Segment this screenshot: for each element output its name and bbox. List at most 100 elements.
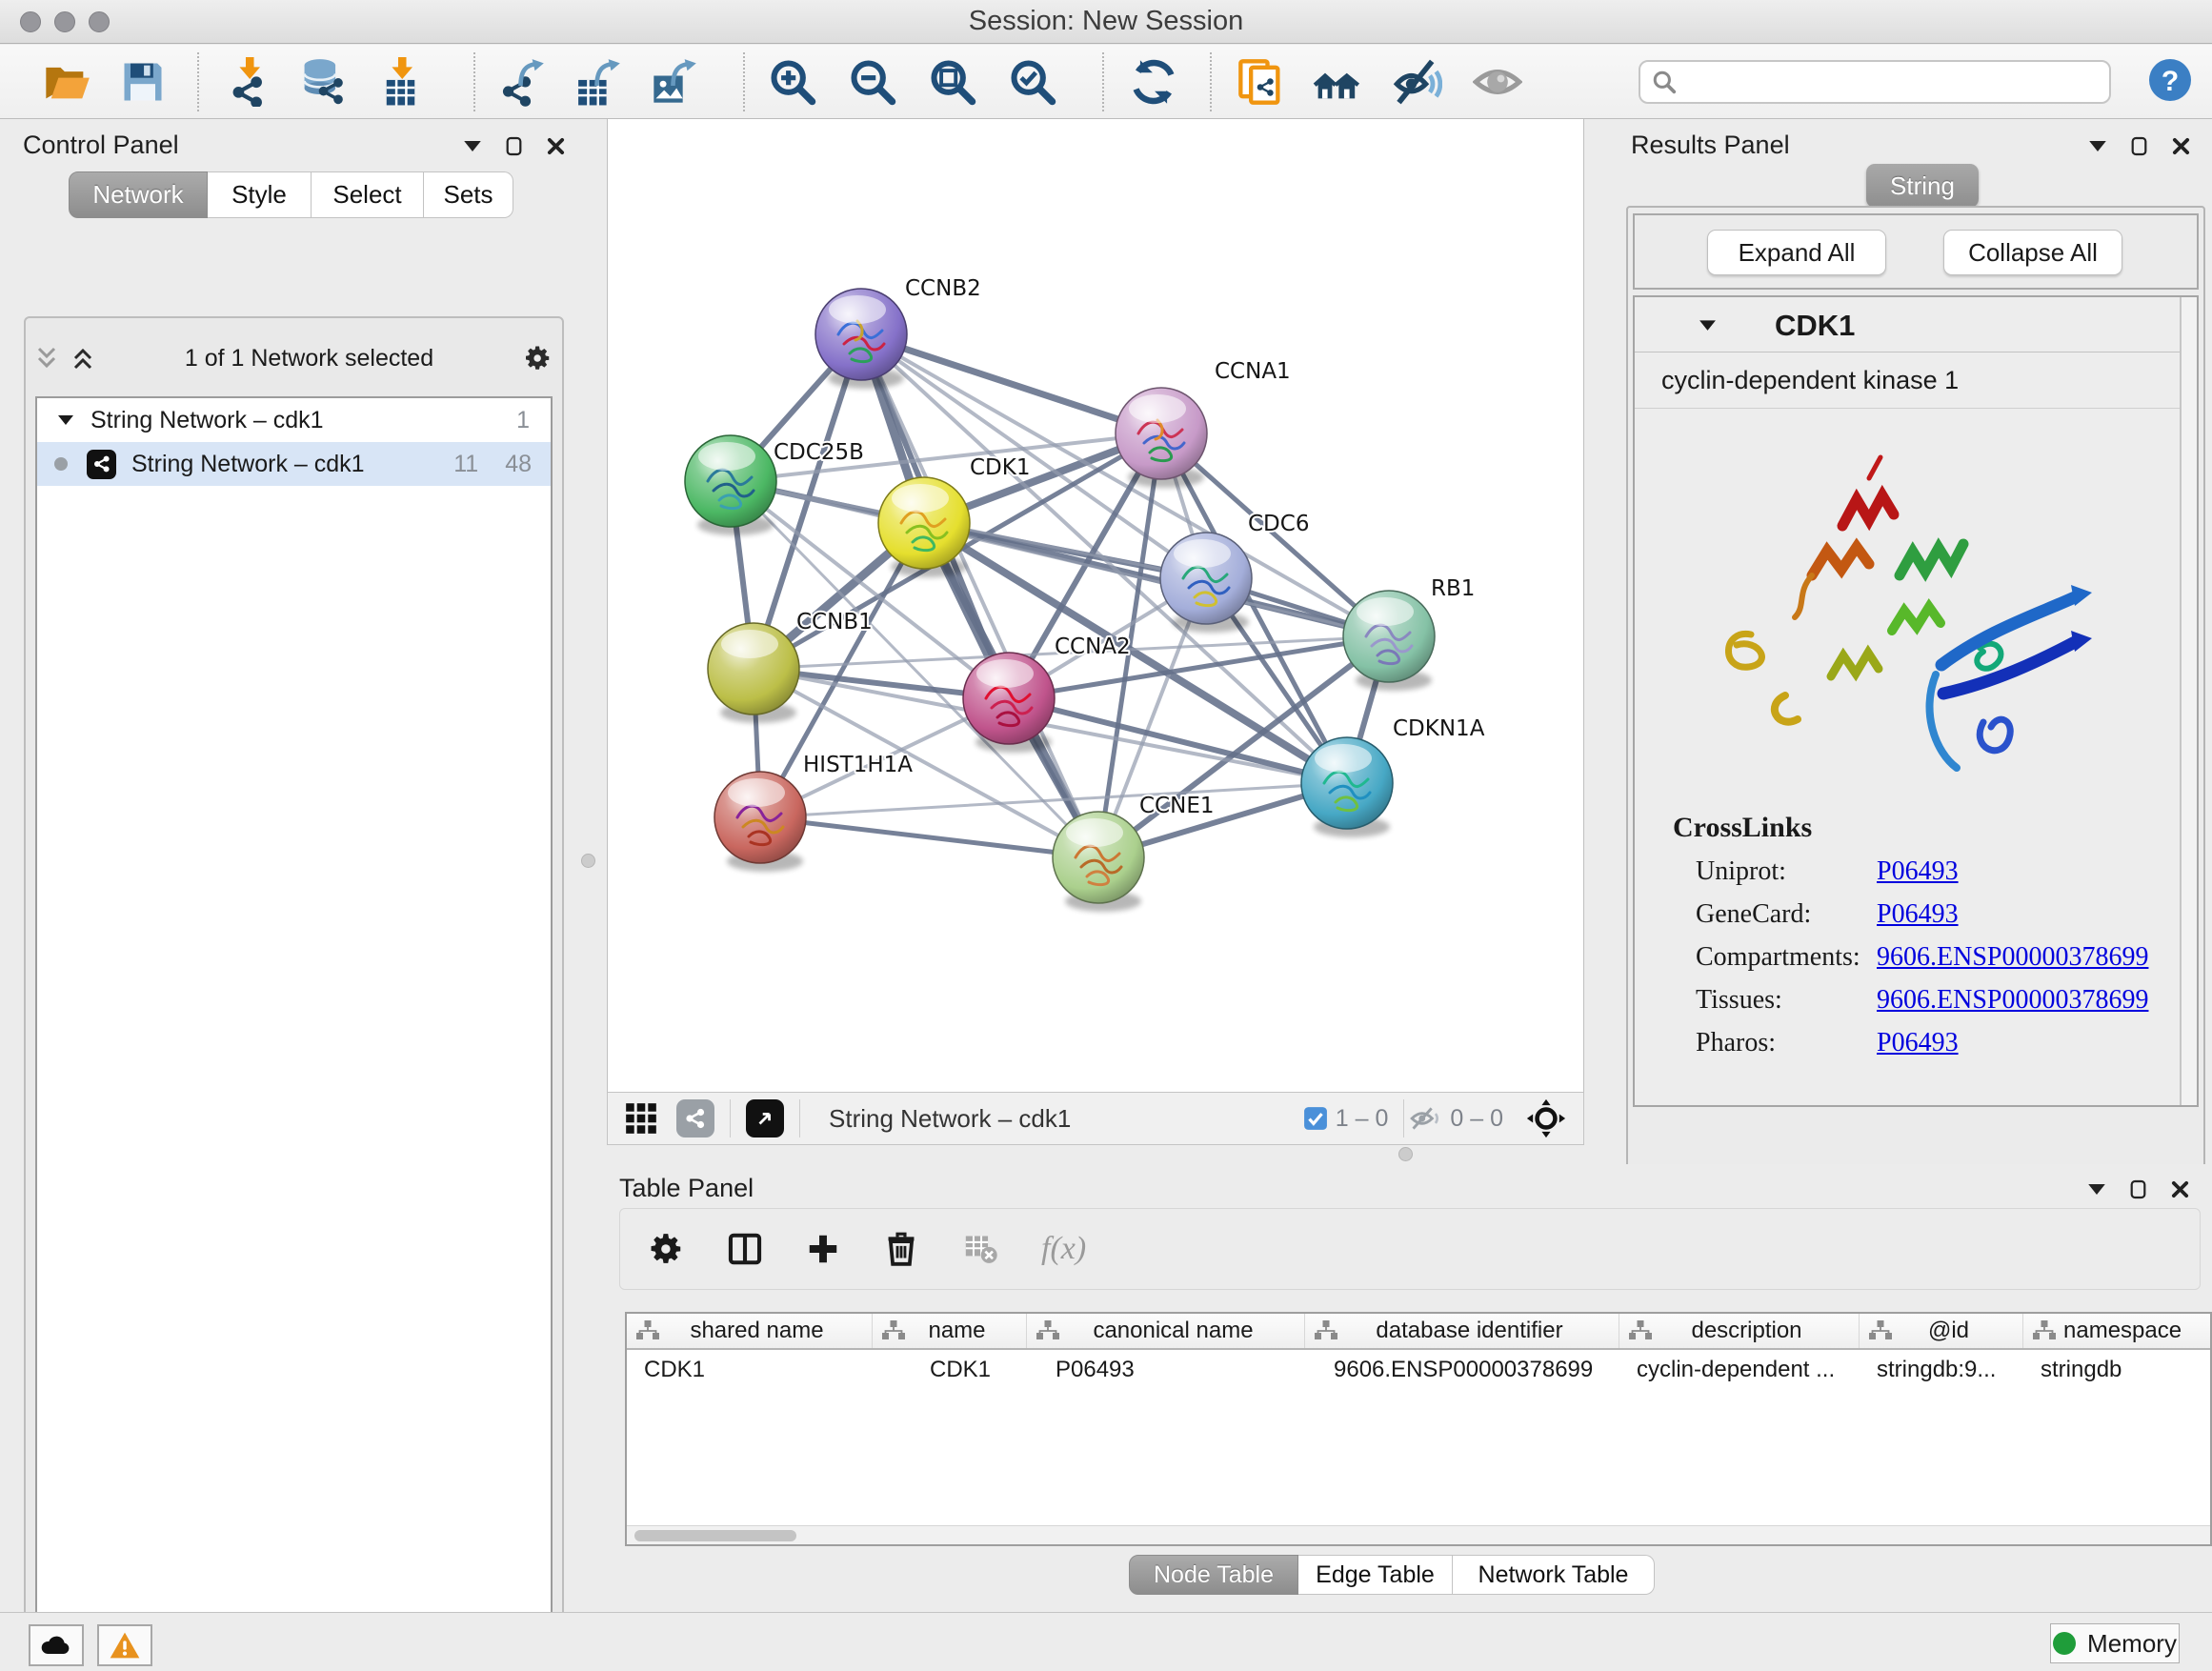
hidden-eye-icon — [1410, 1106, 1442, 1131]
toolbar-separator — [743, 52, 745, 111]
float-panel-icon[interactable] — [2130, 1179, 2146, 1199]
crosslink-compartments-link[interactable]: 9606.ENSP00000378699 — [1877, 942, 2148, 973]
pan-crosshair-icon[interactable] — [1526, 1098, 1566, 1138]
memory-button[interactable]: Memory — [2050, 1623, 2180, 1663]
export-table-icon[interactable] — [573, 57, 623, 107]
table-horizontal-scrollbar[interactable] — [627, 1525, 2210, 1544]
zoom-fit-icon[interactable] — [928, 57, 977, 107]
tab-sets[interactable]: Sets — [424, 171, 513, 218]
panel-menu-icon[interactable] — [2088, 1184, 2105, 1195]
tab-string[interactable]: String — [1866, 164, 1979, 208]
zoom-selected-icon[interactable] — [1008, 57, 1057, 107]
houses-icon[interactable] — [1313, 57, 1362, 107]
network-collection-row[interactable]: String Network – cdk1 1 — [37, 398, 551, 442]
node-table[interactable]: shared name name canonical name database… — [625, 1312, 2212, 1546]
float-panel-icon[interactable] — [506, 136, 522, 156]
cell-canonical-name[interactable]: P06493 — [1027, 1357, 1305, 1383]
cell-database-identifier[interactable]: 9606.ENSP00000378699 — [1305, 1357, 1619, 1383]
zoom-out-icon[interactable] — [848, 57, 897, 107]
cell-name[interactable]: CDK1 — [873, 1357, 1027, 1383]
collection-label: String Network – cdk1 — [90, 407, 324, 434]
selected-checkbox-icon[interactable] — [1303, 1106, 1328, 1131]
table-panel-title: Table Panel — [619, 1174, 754, 1203]
collapse-all-button[interactable]: Collapse All — [1943, 230, 2122, 275]
show-columns-icon[interactable] — [727, 1231, 763, 1267]
tab-network-table[interactable]: Network Table — [1453, 1555, 1655, 1595]
crosslink-pharos-link[interactable]: P06493 — [1877, 1028, 1959, 1058]
tab-edge-table[interactable]: Edge Table — [1298, 1555, 1453, 1595]
collection-count: 1 — [516, 407, 530, 434]
node-label-HIST1H1A: HIST1H1A — [803, 753, 913, 777]
clone-network-icon[interactable] — [1237, 57, 1286, 107]
horizontal-splitter-handle[interactable] — [1398, 1147, 1413, 1161]
crosslink-genecard-link[interactable]: P06493 — [1877, 899, 1959, 930]
network-row[interactable]: String Network – cdk1 11 48 — [37, 442, 551, 486]
left-splitter-handle[interactable] — [581, 854, 595, 868]
export-image-icon[interactable] — [650, 57, 699, 107]
minimize-window-button[interactable] — [54, 11, 75, 32]
close-window-button[interactable] — [20, 11, 41, 32]
cloud-button[interactable] — [29, 1624, 84, 1666]
table-row[interactable]: CDK1 CDK1 P06493 9606.ENSP00000378699 cy… — [627, 1350, 2210, 1390]
import-table-from-file-icon[interactable] — [373, 57, 423, 107]
cell-description[interactable]: cyclin-dependent ... — [1619, 1357, 1860, 1383]
node-CCNB1[interactable]: CCNB1 — [708, 610, 873, 723]
close-panel-icon[interactable] — [547, 137, 565, 155]
birdseye-view-icon[interactable] — [746, 1099, 784, 1137]
collection-expander-icon[interactable] — [58, 415, 73, 425]
column-header: namespace — [2023, 1314, 2212, 1348]
export-network-icon[interactable] — [497, 57, 547, 107]
expand-all-button[interactable]: Expand All — [1707, 230, 1886, 275]
scrollbar-thumb[interactable] — [634, 1530, 796, 1541]
zoom-in-icon[interactable] — [768, 57, 817, 107]
cell-namespace[interactable]: stringdb — [2023, 1357, 2212, 1383]
node-RB1[interactable]: RB1 — [1343, 576, 1475, 691]
panel-menu-icon[interactable] — [2089, 141, 2106, 151]
show-eye-icon[interactable] — [1473, 57, 1522, 107]
panel-menu-icon[interactable] — [464, 141, 481, 151]
collapse-all-icon[interactable] — [35, 346, 58, 371]
cell-id[interactable]: stringdb:9... — [1860, 1357, 2023, 1383]
toolbar-search — [1639, 60, 2111, 104]
network-options-gear-icon[interactable] — [524, 344, 553, 372]
tab-style[interactable]: Style — [208, 171, 312, 218]
edge-CCNB2-CCNE1[interactable] — [861, 334, 1098, 857]
expand-all-icon[interactable] — [71, 346, 94, 371]
save-session-icon[interactable] — [118, 57, 168, 107]
help-icon[interactable]: ? — [2147, 57, 2193, 103]
float-panel-icon[interactable] — [2131, 136, 2147, 156]
delete-column-icon[interactable] — [883, 1231, 919, 1267]
close-panel-icon[interactable] — [2171, 1180, 2189, 1198]
close-panel-icon[interactable] — [2172, 137, 2190, 155]
network-share-view-icon[interactable] — [676, 1099, 714, 1137]
refresh-icon[interactable] — [1129, 57, 1178, 107]
control-panel: Control Panel Network Style Select Sets … — [0, 119, 600, 1612]
crosslink-uniprot-link[interactable]: P06493 — [1877, 856, 1959, 887]
search-input[interactable] — [1686, 69, 2086, 95]
node-CDC25B[interactable]: CDC25B — [685, 435, 864, 535]
table-panel: Table Panel f( — [607, 1164, 2212, 1612]
open-session-icon[interactable] — [42, 57, 91, 107]
tab-network[interactable]: Network — [69, 171, 208, 218]
node-HIST1H1A[interactable]: HIST1H1A — [714, 753, 913, 872]
node-CDKN1A[interactable]: CDKN1A — [1301, 716, 1485, 837]
tab-node-table[interactable]: Node Table — [1129, 1555, 1298, 1595]
cell-shared-name[interactable]: CDK1 — [627, 1357, 873, 1383]
hide-selected-eye-icon[interactable] — [1393, 57, 1442, 107]
warnings-button[interactable] — [97, 1624, 152, 1666]
gene-expander-icon[interactable] — [1699, 320, 1716, 331]
add-column-icon[interactable] — [805, 1231, 841, 1267]
node-CCNB2[interactable]: CCNB2 — [815, 276, 981, 389]
import-network-from-file-icon[interactable] — [221, 57, 271, 107]
crosslink-tissues-link[interactable]: 9606.ENSP00000378699 — [1877, 985, 2148, 1016]
grid-view-icon[interactable] — [623, 1100, 659, 1137]
toolbar-separator — [197, 52, 199, 111]
tab-select[interactable]: Select — [312, 171, 424, 218]
table-options-gear-icon[interactable] — [649, 1231, 685, 1267]
edge-HIST1H1A-CCNE1[interactable] — [760, 817, 1098, 857]
import-network-from-database-icon[interactable] — [297, 57, 347, 107]
network-canvas[interactable]: CCNB2CCNA1CDC25BCDK1CDC6RB1CCNB1CCNA2CDK… — [607, 119, 1584, 1092]
zoom-window-button[interactable] — [89, 11, 110, 32]
crosslink-label: Compartments: — [1696, 942, 1877, 973]
results-scrollbar[interactable] — [2180, 297, 2197, 1105]
